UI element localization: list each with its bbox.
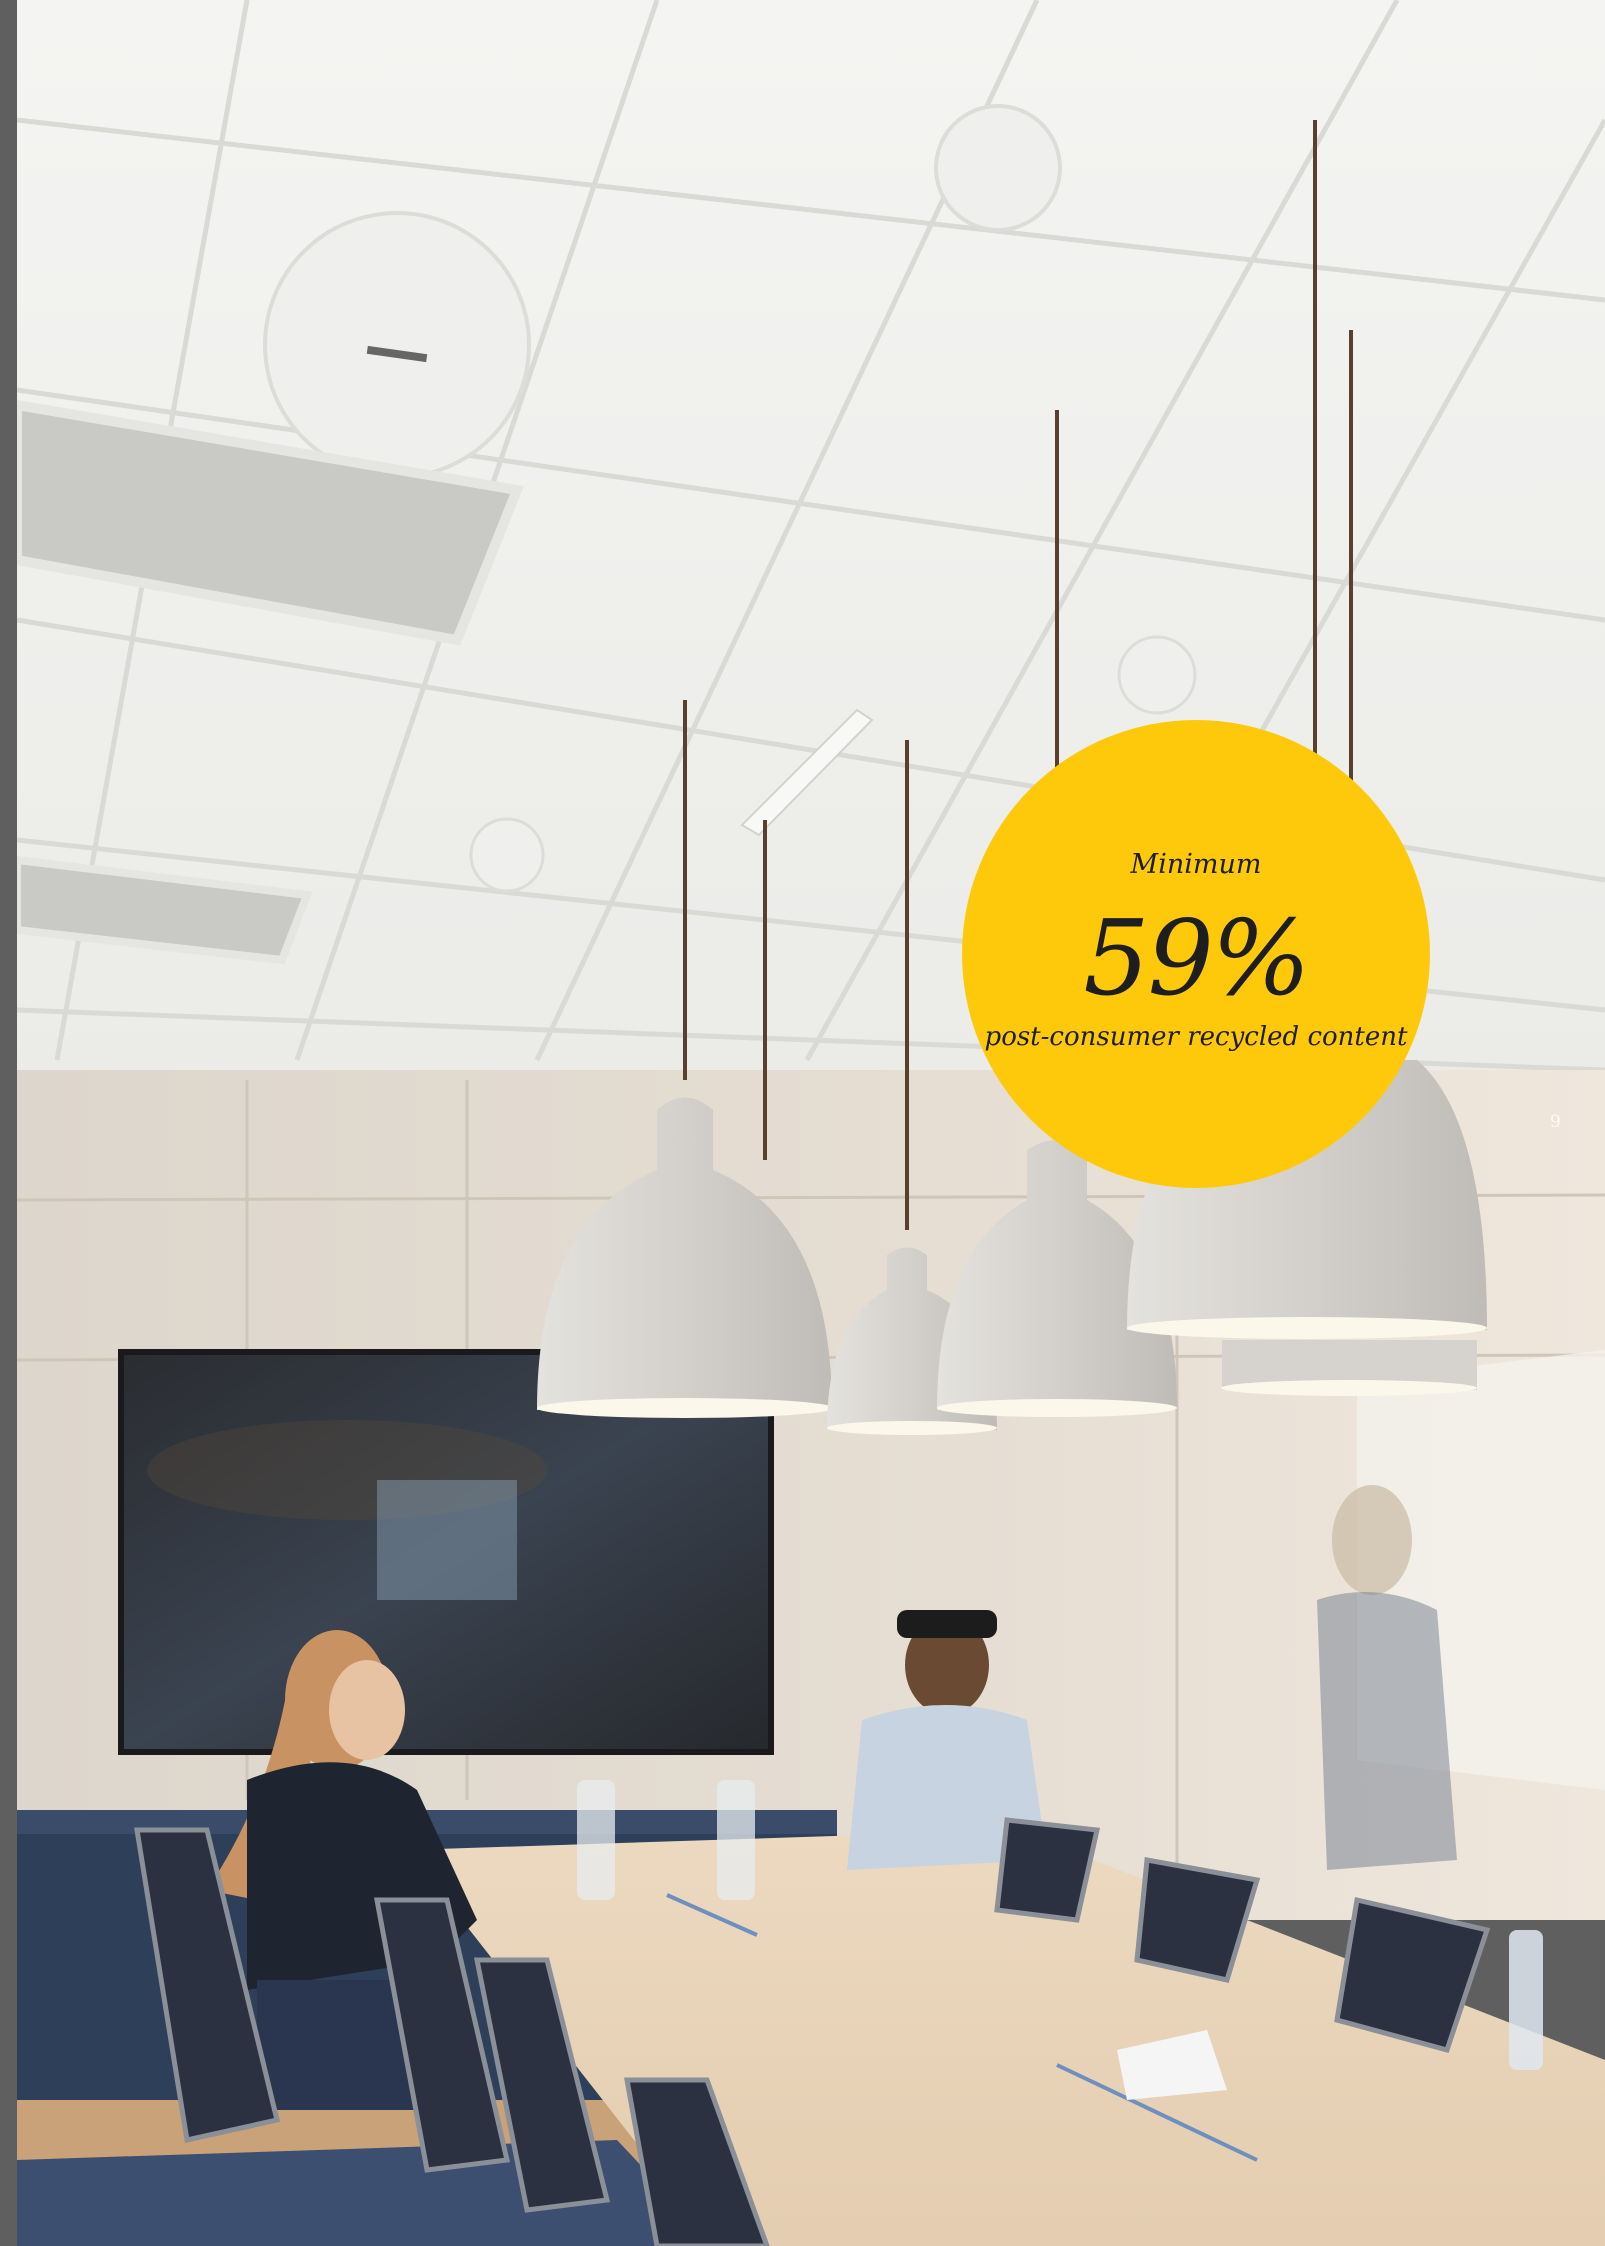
recycled-content-badge: Minimum 59% post-consumer recycled conte… — [962, 720, 1430, 1188]
meeting-room-photo — [17, 0, 1605, 2246]
page-number: 9 — [1550, 1112, 1561, 1132]
badge-caption: post-consumer recycled content — [984, 1021, 1408, 1052]
badge-label: Minimum — [1130, 848, 1262, 880]
badge-percentage: 59% — [1083, 896, 1310, 1019]
page-spine — [0, 0, 17, 2246]
